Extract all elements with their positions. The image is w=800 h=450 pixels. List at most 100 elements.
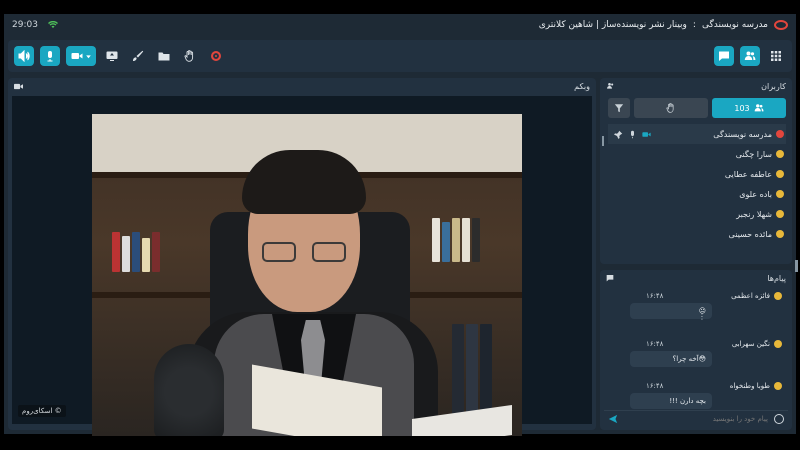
- whiteboard-button[interactable]: [128, 46, 148, 66]
- message-author: طوبا وطنخواه: [729, 382, 770, 390]
- host-controls: [608, 130, 651, 139]
- video-person-glasses: [262, 242, 348, 262]
- record-button[interactable]: [206, 46, 226, 66]
- message-time: ۱۶:۴۸: [646, 292, 664, 300]
- message-author: فائزه اعظمی: [731, 292, 770, 300]
- user-name: عاطفه عطایی: [724, 169, 772, 179]
- webcam-stage: اسکای‌روم ©: [12, 96, 592, 436]
- chat-input-bar: [604, 410, 788, 426]
- title-bar: 29:03 مدرسه نویسندگی : وبینار نشر نویسند…: [4, 14, 796, 36]
- main-toolbar: [8, 40, 792, 72]
- app-window: 29:03 مدرسه نویسندگی : وبینار نشر نویسند…: [4, 14, 796, 436]
- grid-icon: [771, 51, 781, 61]
- share-screen-icon: [106, 51, 118, 61]
- chat-message: ۱۶:۴۸ نگین سهرابی آخه چرا؟😳: [612, 340, 782, 367]
- user-avatar-icon: [774, 382, 782, 390]
- chat-message: ۱۶:۴۸ فائزه اعظمی 😐: [612, 292, 782, 319]
- filter-icon: [614, 104, 624, 113]
- user-name: مدرسه نویسندگی: [713, 129, 772, 139]
- emoji-icon[interactable]: [774, 413, 784, 424]
- chat-icon: [719, 51, 729, 61]
- wifi-icon: [47, 21, 58, 28]
- chat-message-header: ۱۶:۴۸ نگین سهرابی: [612, 340, 782, 348]
- message-bubble: !!! بچه دارن: [630, 393, 712, 409]
- speaker-button[interactable]: [14, 46, 34, 66]
- user-row[interactable]: عاطفه عطایی: [608, 164, 786, 184]
- skyroom-logo-icon: [774, 20, 788, 30]
- user-avatar-icon: [774, 292, 782, 300]
- webcam-panel: وبکم: [8, 78, 596, 436]
- speaker-icon: [18, 50, 30, 62]
- users-scrollbar[interactable]: [602, 136, 604, 146]
- user-list: مدرسه نویسندگی سارا چگنی عاطفه عطایی باد…: [608, 124, 786, 244]
- pin-icon[interactable]: [614, 130, 623, 139]
- microphone-button[interactable]: [40, 46, 60, 66]
- users-panel-title: کاربران: [761, 81, 786, 91]
- chat-message-input[interactable]: [624, 414, 768, 423]
- user-row-host[interactable]: مدرسه نویسندگی: [608, 124, 786, 144]
- record-icon: [211, 51, 221, 61]
- chat-panel-header: پیام‌ها: [600, 270, 792, 286]
- app-name: مدرسه نویسندگی: [701, 20, 768, 30]
- raised-hands-filter-button[interactable]: [634, 98, 708, 118]
- share-screen-button[interactable]: [102, 46, 122, 66]
- user-name: شهلا رنجبر: [736, 209, 772, 219]
- video-person-hair: [242, 150, 366, 214]
- window-scrollbar[interactable]: [795, 260, 798, 272]
- camera-icon[interactable]: [642, 130, 651, 139]
- users-icon: [744, 51, 756, 60]
- chat-message-header: ۱۶:۴۸ طوبا وطنخواه: [612, 382, 782, 390]
- chat-message: ۱۶:۴۸ طوبا وطنخواه !!! بچه دارن: [612, 382, 782, 409]
- skyroom-watermark: اسکای‌روم ©: [18, 405, 66, 417]
- layout-button[interactable]: [766, 46, 786, 66]
- user-avatar-icon: [776, 190, 784, 198]
- user-row[interactable]: شهلا رنجبر: [608, 204, 786, 224]
- users-icon: [607, 83, 614, 89]
- host-avatar-icon: [776, 130, 784, 138]
- camera-button[interactable]: [66, 46, 96, 66]
- hand-icon: [666, 103, 674, 113]
- users-panel: کاربران 103 مدرسه نویسندگی سارا چگنی عاط…: [600, 78, 792, 264]
- video-books: [432, 218, 480, 262]
- message-time: ۱۶:۴۸: [646, 382, 664, 390]
- user-avatar-icon: [776, 150, 784, 158]
- user-name: مائده حسینی: [728, 229, 772, 239]
- message-author: نگین سهرابی: [731, 340, 770, 348]
- chat-icon: [606, 275, 614, 282]
- files-button[interactable]: [154, 46, 174, 66]
- video-books: [112, 232, 160, 272]
- user-avatar-icon: [776, 230, 784, 238]
- user-avatar-icon: [774, 340, 782, 348]
- user-name: باده علوی: [739, 189, 772, 199]
- title-separator: :: [692, 20, 696, 30]
- send-icon[interactable]: [608, 414, 618, 424]
- user-row[interactable]: سارا چگنی: [608, 144, 786, 164]
- user-row[interactable]: باده علوی: [608, 184, 786, 204]
- message-menu-icon[interactable]: ⋮: [698, 308, 706, 324]
- users-toggle-button[interactable]: [740, 46, 760, 66]
- camera-icon: [71, 53, 82, 59]
- session-title: وبینار نشر نویسنده‌ساز | شاهین کلانتری: [538, 20, 687, 30]
- message-time: ۱۶:۴۸: [646, 340, 664, 348]
- microphone-icon: [47, 51, 53, 62]
- raise-hand-button[interactable]: [180, 46, 200, 66]
- microphone-icon[interactable]: [628, 130, 637, 139]
- user-row[interactable]: مائده حسینی: [608, 224, 786, 244]
- webcam-panel-header: وبکم: [8, 78, 596, 94]
- webcam-panel-title: وبکم: [574, 81, 590, 91]
- all-users-filter-button[interactable]: 103: [712, 98, 786, 118]
- chat-toggle-button[interactable]: [714, 46, 734, 66]
- video-books: [452, 324, 492, 414]
- filter-button[interactable]: [608, 98, 630, 118]
- folder-icon: [158, 52, 170, 61]
- users-filter-row: 103: [608, 98, 786, 118]
- chat-message-header: ۱۶:۴۸ فائزه اعظمی: [612, 292, 782, 300]
- user-name: سارا چگنی: [735, 149, 772, 159]
- brush-icon: [133, 50, 144, 61]
- hand-icon: [184, 50, 194, 62]
- message-bubble: آخه چرا؟😳: [630, 351, 712, 367]
- webcam-video[interactable]: [92, 114, 522, 436]
- video-camera-icon: [14, 83, 23, 89]
- chevron-down-icon: [85, 54, 91, 58]
- users-icon: [754, 104, 764, 112]
